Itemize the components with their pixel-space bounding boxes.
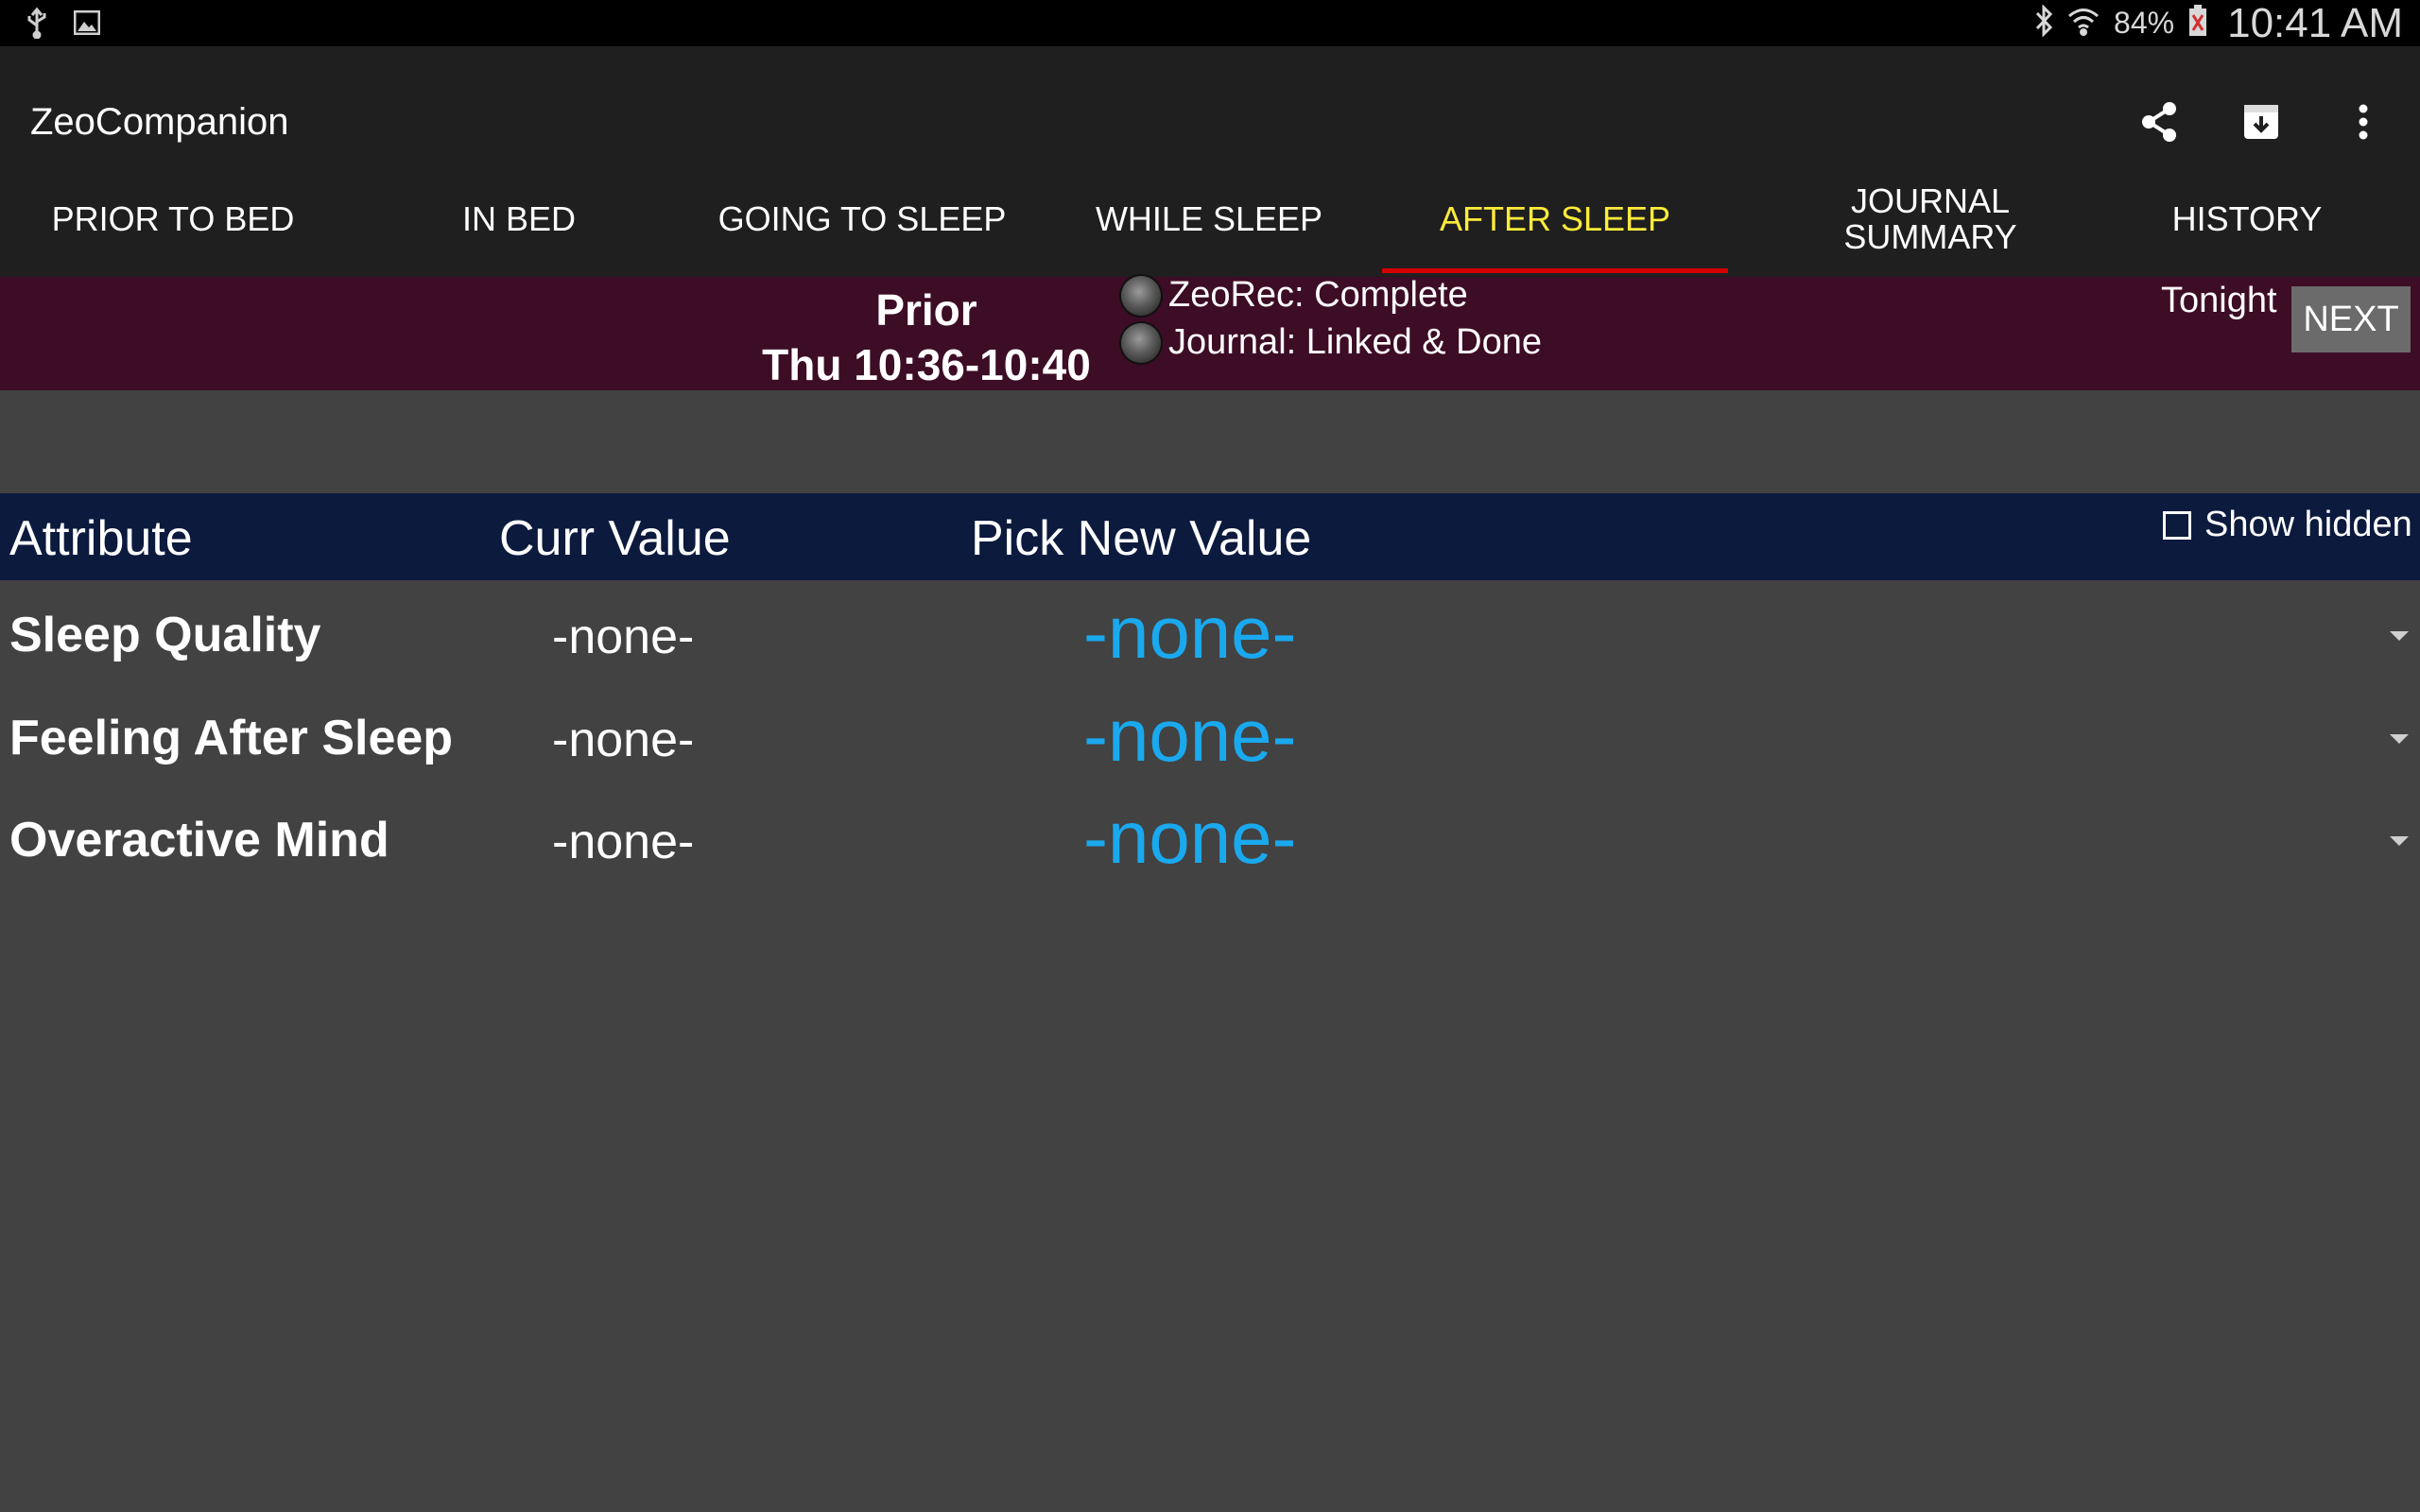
- status-dot-icon: [1121, 322, 1161, 363]
- image-icon: [73, 9, 101, 40]
- bluetooth-icon: [2034, 4, 2053, 42]
- usb-icon: [25, 7, 49, 43]
- status-dot-icon: [1121, 275, 1161, 316]
- current-value: -none-: [552, 713, 695, 767]
- app-title: ZeoCompanion: [30, 101, 289, 143]
- journal-status: Journal: Linked & Done: [1121, 322, 1542, 363]
- battery-percent: 84%: [2114, 6, 2175, 40]
- prior-label: Prior: [875, 285, 977, 335]
- zeorec-status: ZeoRec: Complete: [1121, 275, 1468, 316]
- attribute-name: Sleep Quality: [9, 608, 321, 662]
- share-icon[interactable]: [2136, 99, 2182, 145]
- clock: 10:41 AM: [2227, 0, 2403, 46]
- table-header: Attribute Curr Value Pick New Value Show…: [0, 493, 2420, 580]
- tab-prior-to-bed[interactable]: PRIOR TO BED: [0, 165, 346, 272]
- value-spinner[interactable]: -none-: [1083, 795, 1296, 881]
- attribute-name: Feeling After Sleep: [9, 711, 454, 765]
- tab-journal-summary[interactable]: JOURNAL SUMMARY: [1760, 165, 2100, 272]
- checkbox-icon[interactable]: [2163, 510, 2191, 540]
- next-button[interactable]: NEXT: [2291, 286, 2411, 352]
- show-hidden-label: Show hidden: [2204, 505, 2412, 544]
- dropdown-arrow-icon[interactable]: [2390, 631, 2409, 641]
- show-hidden-checkbox[interactable]: Show hidden: [2163, 505, 2412, 545]
- table-row: Sleep Quality -none- -none-: [0, 590, 2420, 694]
- current-value: -none-: [552, 815, 695, 869]
- archive-download-icon[interactable]: [2238, 99, 2284, 145]
- session-summary: Prior Thu 10:36-10:40: [737, 283, 1115, 392]
- tab-bar: PRIOR TO BED IN BED GOING TO SLEEP WHILE…: [0, 165, 2420, 277]
- prior-time: Thu 10:36-10:40: [762, 340, 1091, 389]
- journal-status-label: Journal: Linked & Done: [1168, 322, 1543, 362]
- table-row: Overactive Mind -none- -none-: [0, 795, 2420, 899]
- header-curr-value: Curr Value: [499, 511, 731, 566]
- tonight-label: Tonight: [2161, 281, 2277, 320]
- action-bar: ZeoCompanion PRIOR TO BED IN BED GOING T…: [0, 46, 2420, 277]
- tab-while-sleep[interactable]: WHILE SLEEP: [1036, 165, 1382, 272]
- tab-indicator: [1382, 268, 1728, 273]
- zeorec-status-label: ZeoRec: Complete: [1168, 275, 1468, 315]
- overflow-menu-icon[interactable]: [2341, 99, 2386, 145]
- sleep-session-bar: Prior Thu 10:36-10:40 ZeoRec: Complete J…: [0, 275, 2420, 392]
- table-row: Feeling After Sleep -none- -none-: [0, 693, 2420, 797]
- value-spinner[interactable]: -none-: [1083, 590, 1296, 676]
- attribute-name: Overactive Mind: [9, 813, 389, 868]
- tab-going-to-sleep[interactable]: GOING TO SLEEP: [692, 165, 1032, 272]
- header-pick-new-value: Pick New Value: [971, 511, 1312, 566]
- tab-after-sleep[interactable]: AFTER SLEEP: [1382, 165, 1728, 272]
- header-attribute: Attribute: [9, 511, 193, 566]
- current-value: -none-: [552, 610, 695, 664]
- tab-in-bed[interactable]: IN BED: [346, 165, 692, 272]
- wifi-icon: [2066, 5, 2100, 42]
- status-bar: 84% 10:41 AM: [0, 0, 2420, 46]
- value-spinner[interactable]: -none-: [1083, 693, 1296, 779]
- tab-history[interactable]: HISTORY: [2074, 165, 2420, 272]
- dropdown-arrow-icon[interactable]: [2390, 734, 2409, 744]
- battery-icon: [2187, 4, 2208, 43]
- dropdown-arrow-icon[interactable]: [2390, 836, 2409, 846]
